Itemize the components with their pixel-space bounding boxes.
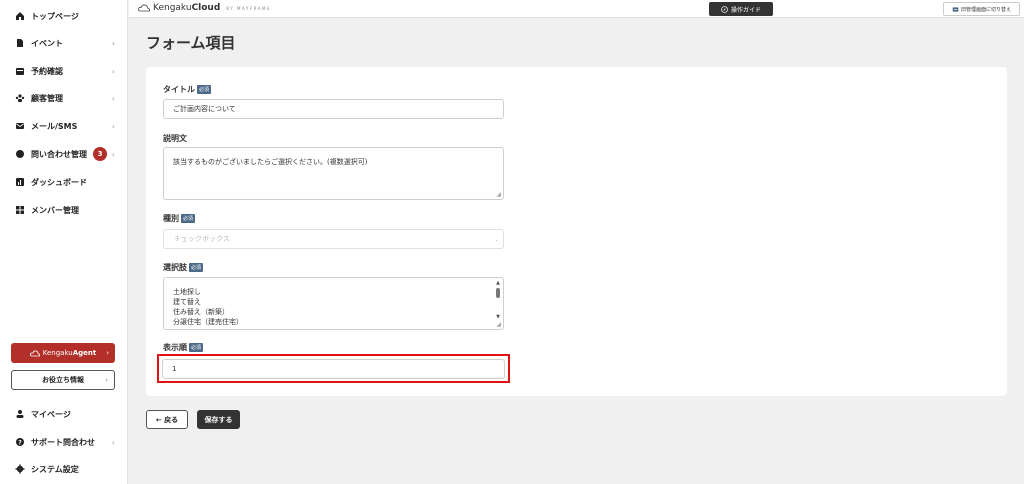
scrollbar-thumb[interactable]: [496, 288, 500, 298]
scroll-up-arrow-icon[interactable]: ▲: [496, 280, 500, 286]
back-button[interactable]: ← 戻る: [146, 410, 188, 429]
sidebar-item-reservations[interactable]: 予約確認 ›: [0, 59, 128, 83]
chevron-right-icon: ›: [111, 121, 115, 131]
top-bar: Kengaku Cloud BY MAYFRAME 操作ガイド 旧管理画面に切り替…: [129, 0, 1024, 18]
display-order-label-text: 表示順: [163, 343, 187, 352]
chevron-right-icon: ›: [111, 38, 115, 48]
sidebar-item-label: マイページ: [31, 409, 71, 419]
highlight-box: [157, 354, 510, 383]
sidebar-item-dashboard[interactable]: ダッシュボード: [0, 170, 128, 194]
chevron-down-icon: ⌄: [493, 235, 499, 243]
sidebar-item-support[interactable]: ? サポート問合わせ ›: [0, 430, 128, 454]
gear-icon: [14, 464, 25, 475]
sidebar-item-events[interactable]: イベント ›: [0, 31, 128, 55]
options-label-text: 選択肢: [163, 263, 187, 272]
sidebar-item-label: 問い合わせ管理: [31, 149, 87, 159]
person-icon: [14, 409, 25, 420]
option-line: 住み替え（新築）: [173, 308, 229, 316]
cloud-logo-icon: [29, 350, 40, 356]
kengaku-agent-button[interactable]: Kengaku Agent ›: [11, 343, 115, 363]
options-label: 選択肢 必須: [163, 262, 204, 273]
display-order-label: 表示順 必須: [163, 342, 204, 353]
svg-text:?: ?: [18, 439, 22, 446]
compass-icon: [721, 5, 728, 13]
sidebar-item-label: ダッシュボード: [31, 177, 87, 187]
mail-icon: [14, 121, 25, 132]
operation-guide-button[interactable]: 操作ガイド: [709, 2, 773, 16]
description-textarea[interactable]: 該当するものがございましたらご選択ください。(複数選択可) ◢: [163, 147, 504, 200]
sidebar-item-mypage[interactable]: マイページ: [0, 402, 128, 426]
save-button[interactable]: 保存する: [197, 410, 240, 429]
chevron-right-icon: ›: [105, 376, 108, 384]
sidebar-item-label: メール/SMS: [31, 121, 78, 131]
option-line: 建て替え: [173, 298, 201, 306]
cloud-logo-icon: [138, 4, 150, 12]
sidebar-item-label: 顧客管理: [31, 93, 63, 103]
resize-handle-icon[interactable]: ◢: [496, 191, 501, 198]
help-icon: ?: [14, 437, 25, 448]
option-line: 土地探し: [173, 288, 201, 296]
option-line: 分譲住宅（建売住宅）: [173, 318, 243, 326]
scroll-down-arrow-icon[interactable]: ▼: [496, 314, 500, 320]
sidebar-item-label: 予約確認: [31, 66, 63, 76]
grid-icon: [14, 205, 25, 216]
kengaku-cloud-logo[interactable]: Kengaku Cloud BY MAYFRAME: [138, 3, 271, 13]
chevron-right-icon: ›: [111, 93, 115, 103]
chart-icon: [14, 177, 25, 188]
chevron-right-icon: ›: [106, 349, 109, 357]
calendar-icon: [14, 66, 25, 77]
sidebar: トップページ イベント › 予約確認 › 顧客管理 › メール/SMS › 問い…: [0, 0, 128, 484]
required-badge: 必須: [189, 343, 204, 352]
options-textarea[interactable]: 土地探し 建て替え 住み替え（新築） 分譲住宅（建売住宅） ▲ ▼ ◢: [163, 277, 504, 330]
resize-handle-icon[interactable]: ◢: [496, 321, 501, 328]
logo-text-light: Kengaku: [153, 3, 192, 13]
chevron-right-icon: ›: [111, 66, 115, 76]
sidebar-item-top[interactable]: トップページ: [0, 4, 128, 28]
description-value: 該当するものがございましたらご選択ください。(複数選択可): [173, 158, 368, 166]
sidebar-item-label: イベント: [31, 38, 63, 48]
type-select-value: チェックボックス: [174, 235, 230, 243]
title-input[interactable]: ご計画内容について: [163, 99, 504, 119]
logo-text-bold: Cloud: [191, 3, 221, 13]
users-icon: [14, 93, 25, 104]
title-label: タイトル 必須: [163, 84, 212, 95]
sidebar-item-inquiries[interactable]: 問い合わせ管理 3 ›: [0, 142, 128, 166]
sidebar-item-label: システム設定: [31, 464, 79, 474]
logo-tagline: BY MAYFRAME: [226, 5, 271, 11]
sidebar-item-settings[interactable]: システム設定: [0, 457, 128, 481]
type-label: 種別 必須: [163, 213, 196, 224]
required-badge: 必須: [197, 85, 212, 94]
required-badge: 必須: [181, 214, 196, 223]
title-label-text: タイトル: [163, 85, 195, 94]
document-icon: [14, 38, 25, 49]
sidebar-item-members[interactable]: メンバー管理: [0, 198, 128, 222]
sidebar-item-label: トップページ: [31, 11, 79, 21]
page-title: フォーム項目: [146, 34, 236, 52]
switch-icon: [952, 6, 959, 12]
notification-badge: 3: [93, 147, 107, 161]
chat-icon: [14, 149, 25, 160]
sidebar-item-mail[interactable]: メール/SMS ›: [0, 114, 128, 138]
required-badge: 必須: [189, 263, 204, 272]
agent-brand-bold: Agent: [72, 349, 97, 357]
sidebar-item-label: メンバー管理: [31, 205, 79, 215]
switch-old-admin-label: 旧管理画面に切り替え: [960, 6, 1011, 13]
operation-guide-label: 操作ガイド: [730, 6, 761, 14]
description-label: 説明文: [163, 133, 187, 144]
description-label-text: 説明文: [163, 134, 187, 143]
useful-info-label: お役立ち情報: [42, 376, 84, 384]
useful-info-button[interactable]: お役立ち情報 ›: [11, 370, 115, 390]
agent-brand-light: Kengaku: [42, 349, 73, 357]
home-icon: [14, 11, 25, 22]
chevron-right-icon: ›: [111, 437, 115, 447]
type-select[interactable]: チェックボックス ⌄: [163, 229, 504, 249]
switch-old-admin-button[interactable]: 旧管理画面に切り替え: [943, 2, 1020, 16]
type-label-text: 種別: [163, 214, 179, 223]
sidebar-item-customers[interactable]: 顧客管理 ›: [0, 86, 128, 110]
sidebar-item-label: サポート問合わせ: [31, 437, 95, 447]
chevron-right-icon: ›: [111, 149, 115, 159]
